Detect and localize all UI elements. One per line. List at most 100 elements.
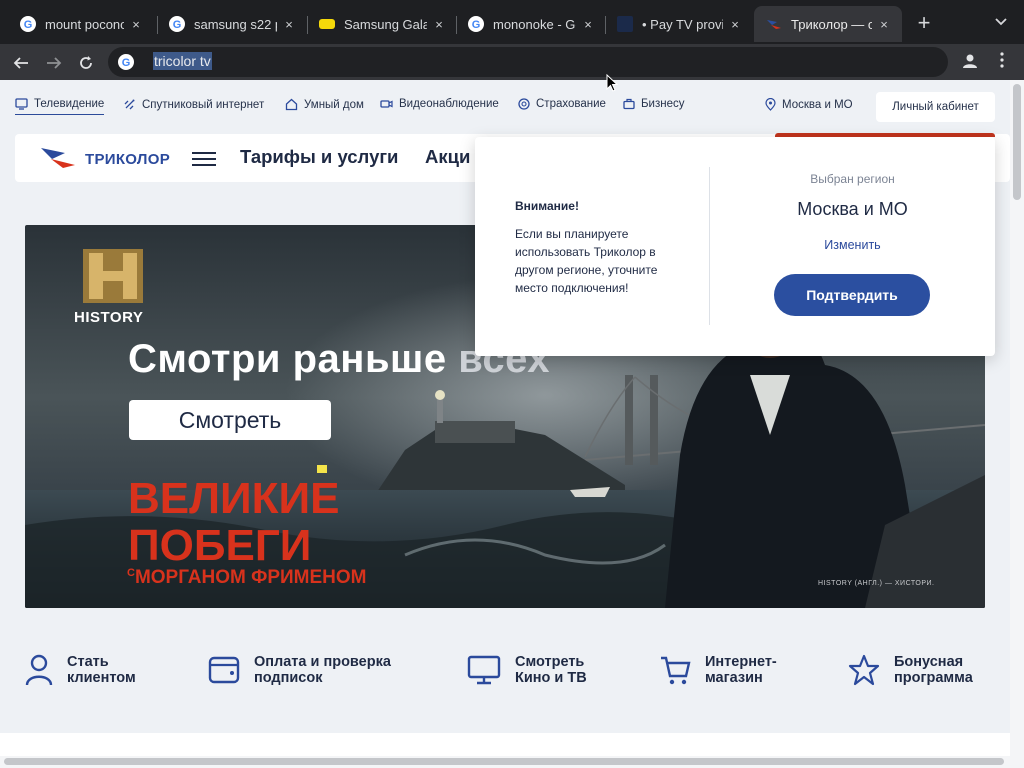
logo-text: ТРИКОЛОР (85, 150, 170, 168)
top-nav-business[interactable]: Бизнесу (623, 98, 685, 110)
popup-warning-text: Если вы планируете использовать Триколор… (515, 227, 658, 295)
features-bar: Стать клиентом Оплата и проверка подписок … (0, 640, 1010, 700)
popup-selected-label: Выбран регион (810, 172, 895, 186)
top-nav-insurance[interactable]: Страхование (518, 98, 606, 110)
google-icon: G (20, 16, 36, 32)
tab-title: samsung s22 p (194, 16, 277, 32)
nav-tariffs[interactable]: Тарифы и услуги (240, 146, 398, 168)
feature-shop[interactable]: Интернет-магазин (659, 654, 777, 686)
tab-tricolor[interactable]: Триколор — о × (754, 6, 902, 42)
hero-credit: HISTORY (АНГЛ.) — ХИСТОРИ. (818, 580, 935, 587)
satellite-icon (124, 99, 135, 110)
close-icon[interactable]: × (580, 17, 596, 32)
camera-icon (380, 100, 393, 108)
reload-icon (80, 56, 92, 69)
mouse-cursor-icon (606, 74, 618, 92)
google-icon: G (468, 16, 484, 32)
svg-text:G: G (122, 57, 131, 69)
tab-strip: G mount pocono × G samsung s22 p × Samsu… (0, 0, 1024, 44)
monitor-icon (467, 655, 501, 685)
back-button[interactable] (8, 50, 34, 76)
horizontal-scrollbar[interactable] (0, 756, 1010, 768)
watch-button[interactable]: Смотреть (129, 400, 331, 440)
close-icon[interactable]: × (876, 17, 892, 32)
home-icon (285, 98, 298, 111)
tab-samsung-s22[interactable]: G samsung s22 p × (157, 6, 307, 42)
google-icon: G (169, 16, 185, 32)
feature-watch-tv[interactable]: Смотреть Кино и ТВ (467, 654, 587, 686)
arrow-left-icon (13, 57, 28, 69)
close-icon[interactable]: × (281, 17, 297, 32)
popup-warning-title: Внимание! (515, 199, 579, 213)
top-nav-label: Страхование (536, 98, 606, 110)
top-nav-tv[interactable]: Телевидение (15, 98, 105, 115)
wallet-icon (208, 656, 240, 684)
browser-toolbar: G tricolor tv (0, 44, 1024, 80)
shield-icon (518, 98, 530, 110)
history-wordmark: HISTORY (74, 309, 144, 326)
confirm-region-button[interactable]: Подтвердить (774, 274, 930, 316)
google-icon: G (118, 54, 134, 70)
top-nav-label: Телевидение (34, 98, 105, 110)
hamburger-menu[interactable] (192, 152, 216, 166)
reload-button[interactable] (73, 50, 99, 76)
svg-text:G: G (173, 19, 182, 31)
close-icon[interactable]: × (727, 17, 743, 32)
profile-button[interactable] (958, 49, 982, 73)
svg-text:G: G (472, 19, 481, 31)
close-icon[interactable]: × (128, 17, 144, 32)
samsung-icon (319, 16, 335, 32)
tv-icon (15, 98, 28, 110)
tab-title: Триколор — о (791, 16, 872, 32)
cart-icon (661, 656, 691, 685)
top-nav-label: Видеонаблюдение (399, 98, 499, 110)
tab-pay-tv[interactable]: • Pay TV provic × (605, 6, 753, 42)
tab-mononoke[interactable]: G mononoke - Go × (456, 6, 606, 42)
popup-selected-region: Москва и МО (797, 199, 908, 219)
tricolor-logo-mark (41, 148, 75, 168)
tab-title: Samsung Gala (344, 16, 427, 32)
tab-search-button[interactable] (990, 14, 1012, 34)
change-region-link[interactable]: Изменить (710, 238, 995, 252)
briefcase-icon (623, 98, 635, 110)
scrollbar-thumb[interactable] (4, 758, 1004, 765)
vertical-scrollbar[interactable] (1010, 80, 1024, 768)
site-icon (617, 16, 633, 32)
close-icon[interactable]: × (431, 17, 447, 32)
tricolor-icon (766, 16, 782, 32)
feature-payment[interactable]: Оплата и проверка подписок (208, 654, 391, 686)
top-nav: Телевидение Спутниковый интернет Умный д… (0, 80, 1010, 132)
tab-title: • Pay TV provic (642, 16, 723, 32)
star-icon (848, 654, 880, 686)
address-text[interactable]: tricolor tv (153, 52, 212, 72)
tab-mount-pocono[interactable]: G mount pocono × (8, 6, 154, 42)
new-tab-button[interactable]: + (912, 12, 936, 36)
tab-samsung-galaxy[interactable]: Samsung Gala × (307, 6, 457, 42)
account-button[interactable]: Личный кабинет (876, 92, 995, 122)
svg-text:G: G (24, 19, 33, 31)
tab-title: mononoke - Go (493, 16, 576, 32)
top-nav-smart-home[interactable]: Умный дом (285, 98, 364, 111)
arrow-right-icon (47, 57, 62, 69)
tricolor-logo[interactable]: ТРИКОЛОР (39, 144, 170, 174)
page-viewport: Телевидение Спутниковый интернет Умный д… (0, 80, 1010, 760)
region-popup: Внимание! Если вы планируете использоват… (475, 137, 995, 356)
tab-title: mount pocono (45, 16, 124, 32)
kebab-menu-icon (1000, 52, 1004, 68)
top-nav-cctv[interactable]: Видеонаблюдение (380, 98, 499, 110)
region-selector[interactable]: Москва и МО (765, 98, 853, 111)
forward-button[interactable] (41, 50, 67, 76)
show-subtitle: СМОРГАНОМ ФРИМЕНОМ (127, 567, 367, 588)
region-label: Москва и МО (782, 98, 853, 111)
top-nav-label: Умный дом (304, 98, 364, 111)
feature-bonus[interactable]: Бонусная программа (848, 654, 973, 686)
location-pin-icon (765, 98, 776, 111)
user-icon (25, 654, 53, 686)
address-bar[interactable]: G tricolor tv (108, 47, 948, 77)
top-nav-satellite[interactable]: Спутниковый интернет (123, 98, 264, 111)
browser-menu-button[interactable] (994, 52, 1010, 72)
person-icon (963, 54, 977, 68)
nav-promos[interactable]: Акци (425, 146, 470, 168)
feature-become-client[interactable]: Стать клиентом (25, 654, 136, 686)
scrollbar-thumb[interactable] (1013, 84, 1021, 200)
